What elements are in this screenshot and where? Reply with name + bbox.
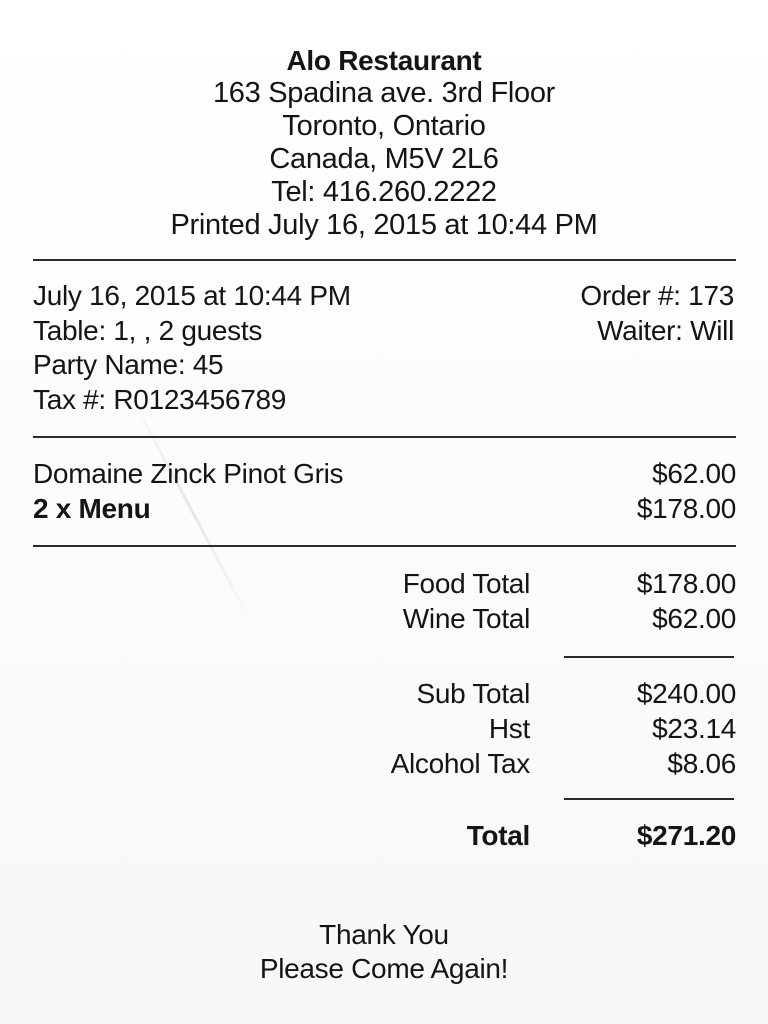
total-label: Sub Total (416, 678, 530, 709)
phone-number: Tel: 416.260.2222 (271, 176, 497, 208)
receipt-header: Alo Restaurant 163 Spadina ave. 3rd Floo… (0, 44, 768, 242)
total-line: Hst $23.14 (300, 711, 736, 746)
order-info-right: Order #: 173 Waiter: Will (580, 279, 734, 348)
divider (564, 656, 734, 658)
item-price: $62.00 (652, 458, 736, 489)
waiter-name: Waiter: Will (597, 314, 734, 346)
receipt: Alo Restaurant 163 Spadina ave. 3rd Floo… (0, 0, 768, 1024)
order-datetime: July 16, 2015 at 10:44 PM (33, 280, 351, 311)
grand-total-line: Total $271.20 (300, 818, 737, 853)
receipt-footer: Thank You Please Come Again! (0, 918, 768, 986)
total-value: $62.00 (652, 603, 736, 634)
thank-you-text: Thank You (319, 919, 449, 950)
item-name: Domaine Zinck Pinot Gris (33, 458, 344, 489)
total-value: $240.00 (636, 678, 736, 709)
restaurant-name: Alo Restaurant (286, 45, 482, 76)
divider (33, 436, 736, 438)
total-line: Food Total $178.00 (300, 566, 737, 601)
line-item: 2 x Menu $178.00 (33, 491, 736, 526)
address-line-3: Canada, M5V 2L6 (269, 143, 499, 175)
grand-total: Total $271.20 (300, 818, 737, 853)
tax-number: Tax #: R0123456789 (33, 383, 287, 415)
total-value: $178.00 (636, 568, 736, 599)
total-value: $8.06 (667, 748, 736, 779)
grand-total-value: $271.20 (636, 820, 736, 851)
divider (33, 259, 736, 261)
line-items: Domaine Zinck Pinot Gris $62.00 2 x Menu… (33, 456, 736, 526)
table-info: Table: 1, , 2 guests (33, 314, 263, 346)
tax-lines: Sub Total $240.00 Hst $23.14 Alcohol Tax… (300, 676, 737, 781)
order-number: Order #: 173 (580, 280, 734, 311)
grand-total-label: Total (466, 820, 531, 851)
address-line-2: Toronto, Ontario (282, 110, 486, 142)
item-price: $178.00 (636, 493, 736, 524)
total-line: Alcohol Tax $8.06 (300, 746, 737, 781)
line-item: Domaine Zinck Pinot Gris $62.00 (33, 456, 736, 491)
total-value: $23.14 (652, 713, 736, 744)
divider (33, 545, 736, 547)
party-name: Party Name: 45 (33, 349, 224, 380)
total-label: Wine Total (402, 603, 531, 634)
divider (564, 798, 734, 800)
address-line-1: 163 Spadina ave. 3rd Floor (212, 77, 556, 109)
total-line: Wine Total $62.00 (300, 601, 737, 636)
printed-timestamp: Printed July 16, 2015 at 10:44 PM (170, 209, 598, 241)
total-label: Hst (488, 713, 530, 744)
order-info-left: July 16, 2015 at 10:44 PM Table: 1, , 2 … (33, 279, 351, 417)
item-name: 2 x Menu (33, 493, 151, 524)
total-line: Sub Total $240.00 (300, 676, 736, 711)
category-totals: Food Total $178.00 Wine Total $62.00 (300, 566, 737, 636)
come-again-text: Please Come Again! (259, 953, 509, 984)
total-label: Alcohol Tax (390, 748, 531, 779)
total-label: Food Total (402, 568, 531, 599)
